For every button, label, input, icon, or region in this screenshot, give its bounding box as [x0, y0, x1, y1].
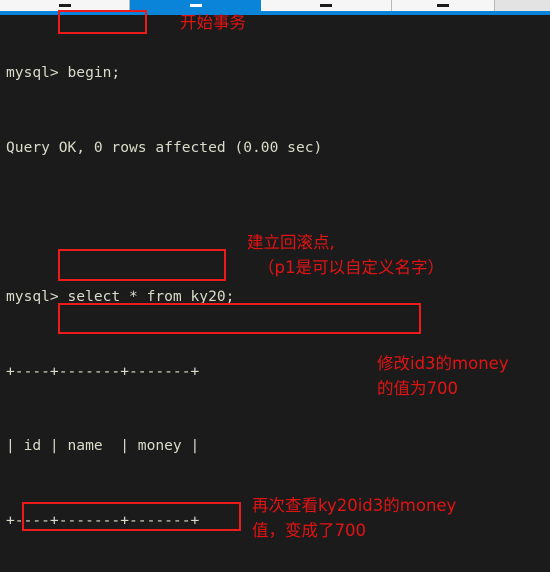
taskbar	[0, 0, 550, 11]
window-minimize-icon	[320, 4, 332, 7]
terminal-line: mysql> begin;	[6, 63, 121, 81]
annotation-savepoint-line2: （p1是可以自定义名字）	[258, 258, 444, 277]
annotation-update-line2: 的值为700	[377, 379, 458, 398]
annotation-begin-transaction: 开始事务	[180, 13, 246, 32]
terminal-line: Query OK, 0 rows affected (0.00 sec)	[6, 138, 323, 156]
annotation-result-line1: 再次查看ky20id3的money	[252, 496, 457, 515]
terminal-line: +----+-------+-------+	[6, 362, 200, 380]
taskbar-empty-area	[495, 0, 550, 11]
taskbar-window-button-2-active[interactable]	[130, 0, 261, 11]
window-minimize-icon	[189, 4, 202, 7]
terminal-line: mysql> select * from ky20;	[6, 287, 235, 305]
mysql-terminal[interactable]: mysql> begin; Query OK, 0 rows affected …	[0, 15, 550, 572]
taskbar-window-button-1[interactable]	[0, 0, 130, 11]
annotation-savepoint-line1: 建立回滚点,	[247, 233, 335, 252]
taskbar-window-button-4[interactable]	[392, 0, 495, 11]
window-minimize-icon	[437, 4, 449, 7]
terminal-output: mysql> begin; Query OK, 0 rows affected …	[6, 15, 393, 572]
window-minimize-icon	[58, 4, 71, 7]
terminal-line: | id | name | money |	[6, 437, 200, 455]
annotation-result-line2: 值，变成了700	[252, 521, 366, 540]
taskbar-window-button-3[interactable]	[261, 0, 392, 11]
annotation-update-line1: 修改id3的money	[377, 354, 509, 373]
spacer-icon	[517, 4, 529, 7]
